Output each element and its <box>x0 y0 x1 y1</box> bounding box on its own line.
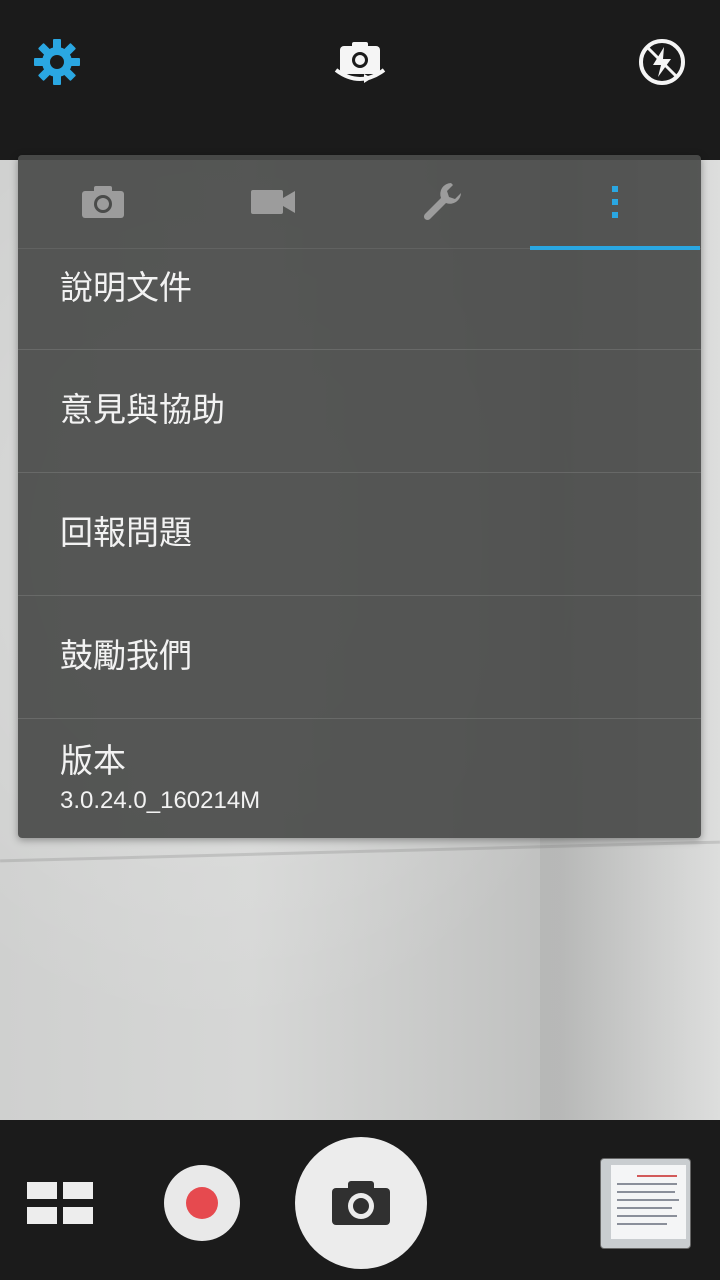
settings-panel: 說明文件 意見與協助 回報問題 鼓勵我們 版本 3.0.24.0_160214M <box>18 155 701 838</box>
thumbnail-detail <box>617 1215 677 1217</box>
flash-off-button[interactable] <box>634 34 690 90</box>
settings-menu: 說明文件 意見與協助 回報問題 鼓勵我們 版本 3.0.24.0_160214M <box>18 248 701 841</box>
tab-tools[interactable] <box>358 155 528 248</box>
more-vert-icon <box>612 185 618 218</box>
menu-item-encourage[interactable]: 鼓勵我們 <box>18 596 701 719</box>
thumbnail-detail <box>617 1183 677 1185</box>
grid-mode-icon <box>27 1182 57 1199</box>
thumbnail-detail <box>617 1207 672 1209</box>
tab-more[interactable] <box>530 155 700 250</box>
thumbnail-detail <box>617 1223 667 1225</box>
help-label: 說明文件 <box>60 268 192 307</box>
menu-item-version: 版本 3.0.24.0_160214M <box>18 719 701 841</box>
camera-icon <box>82 185 124 218</box>
menu-item-help[interactable]: 說明文件 <box>18 248 701 350</box>
switch-camera-icon <box>334 42 386 83</box>
tab-video[interactable] <box>188 155 358 248</box>
thumbnail-detail <box>617 1191 675 1193</box>
menu-item-feedback[interactable]: 意見與協助 <box>18 350 701 473</box>
settings-tabs <box>18 155 701 250</box>
record-icon <box>186 1187 218 1219</box>
encourage-label: 鼓勵我們 <box>60 636 192 675</box>
settings-button[interactable] <box>29 34 85 90</box>
shutter-icon <box>332 1181 390 1225</box>
version-label: 版本 <box>60 741 126 780</box>
wrench-icon <box>423 182 461 220</box>
feedback-label: 意見與協助 <box>60 390 225 429</box>
grid-mode-icon <box>27 1207 57 1224</box>
grid-mode-icon <box>63 1182 93 1199</box>
menu-item-report[interactable]: 回報問題 <box>18 473 701 596</box>
switch-camera-button[interactable] <box>332 34 388 90</box>
gallery-thumbnail[interactable] <box>600 1158 691 1249</box>
shutter-button[interactable] <box>295 1137 427 1269</box>
record-button[interactable] <box>164 1165 240 1241</box>
top-bar <box>0 0 720 160</box>
version-value: 3.0.24.0_160214M <box>60 787 261 814</box>
video-camera-icon <box>251 189 295 214</box>
mode-grid-button[interactable] <box>27 1182 93 1226</box>
gear-icon <box>34 39 80 85</box>
flash-off-icon <box>639 39 685 85</box>
tab-camera[interactable] <box>18 155 188 248</box>
thumbnail-detail <box>617 1199 679 1201</box>
thumbnail-detail <box>637 1175 677 1177</box>
bottom-bar <box>0 1120 720 1280</box>
report-label: 回報問題 <box>60 513 192 552</box>
grid-mode-icon <box>63 1207 93 1224</box>
